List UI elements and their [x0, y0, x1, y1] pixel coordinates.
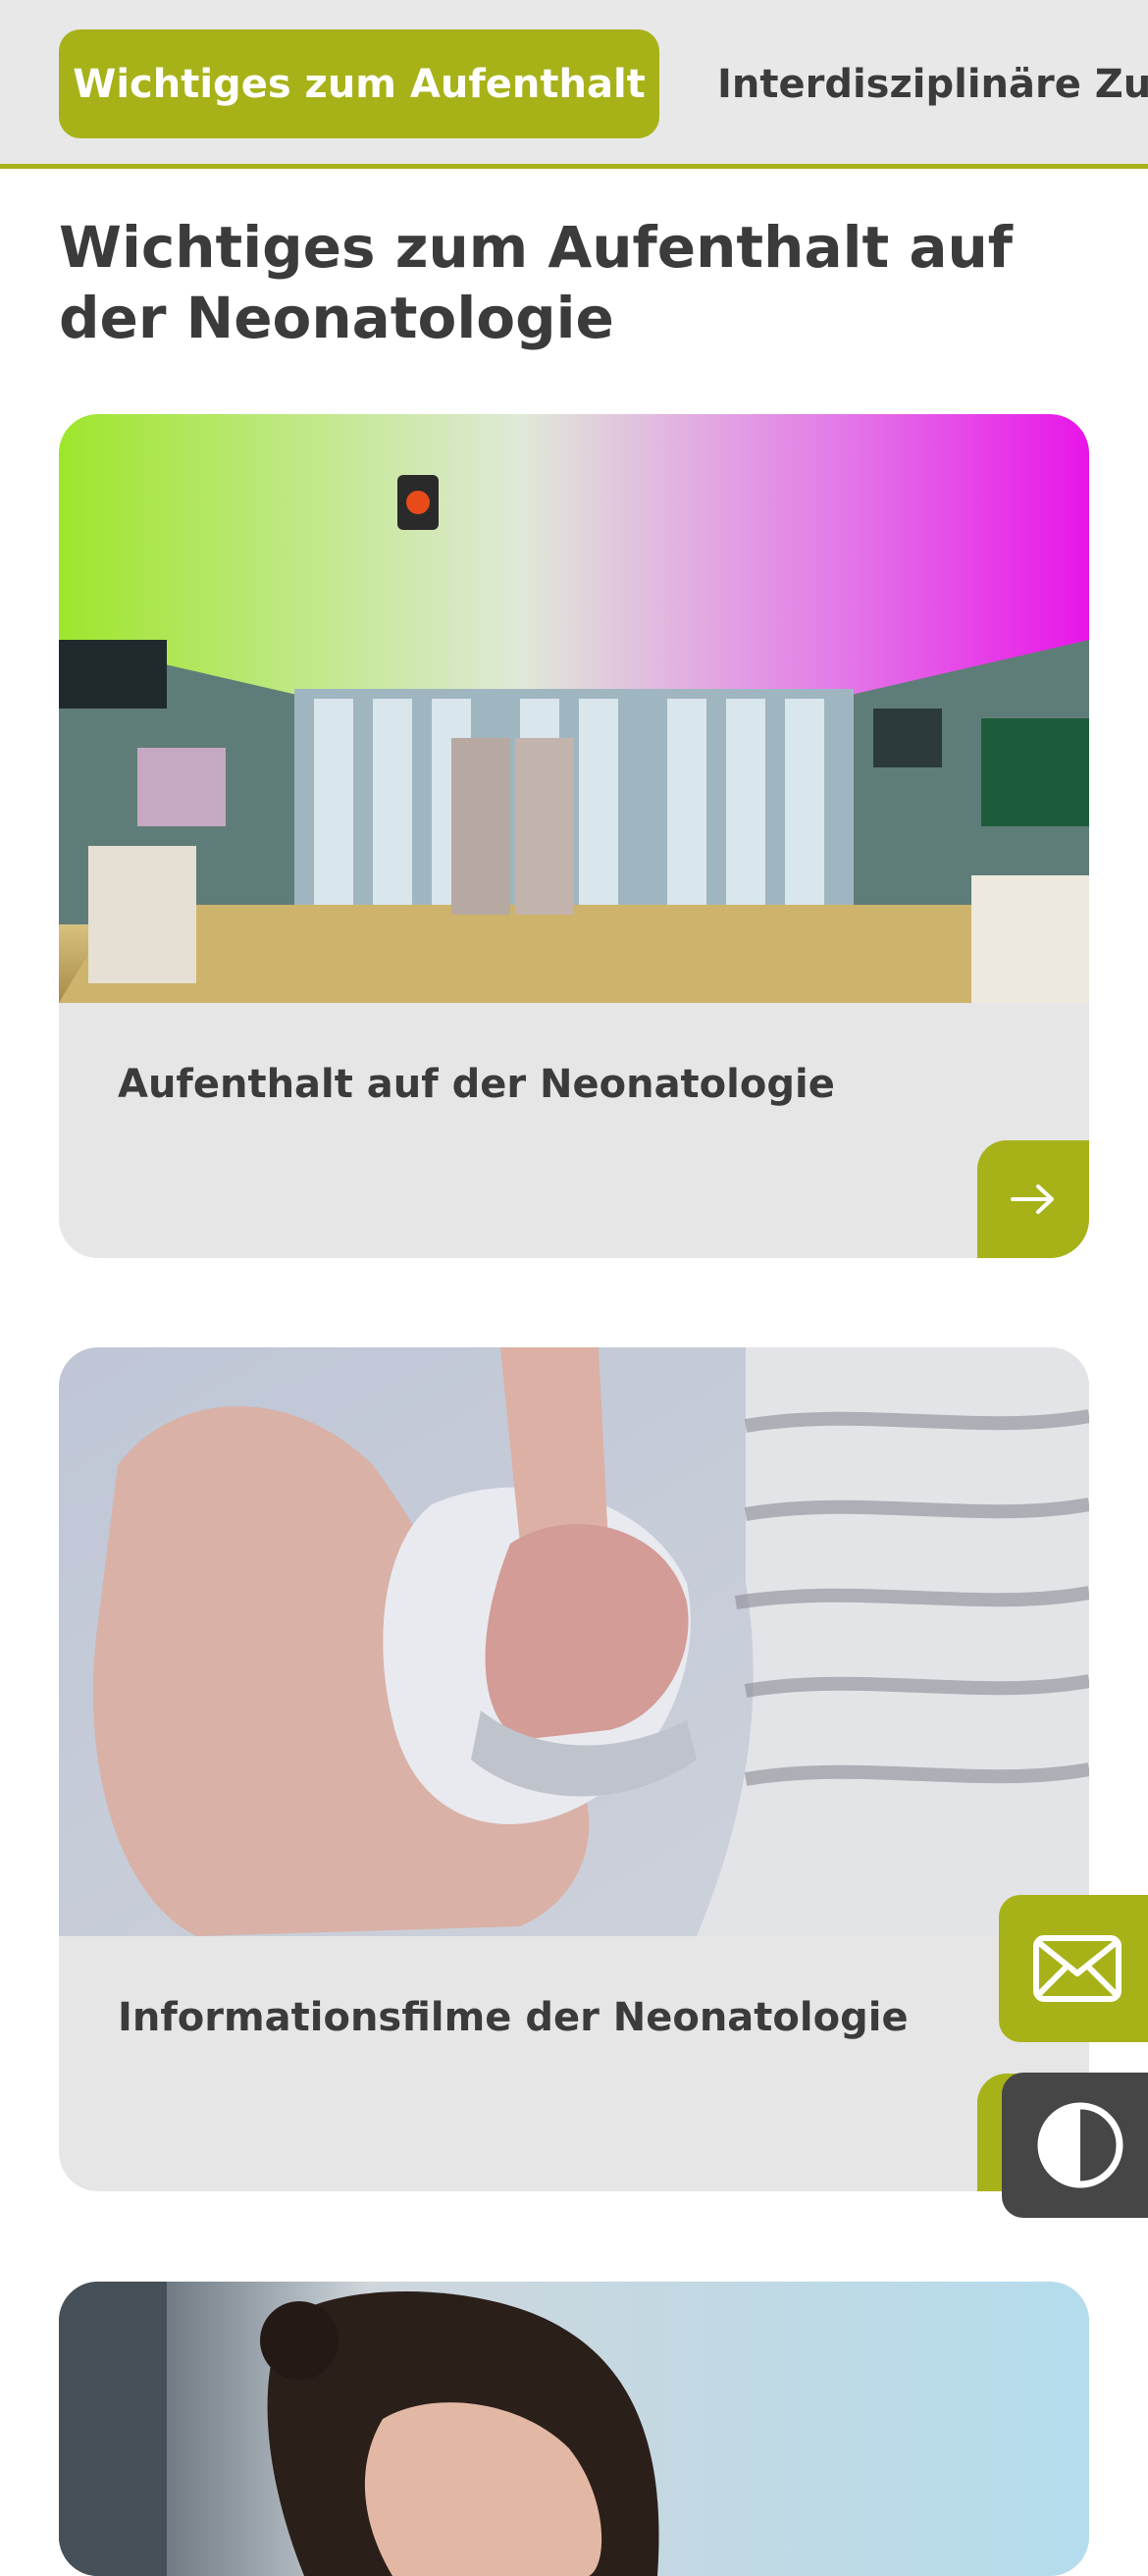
- card-title: Aufenthalt auf der Neonatologie: [118, 1062, 835, 1107]
- newborn-hand-image: [59, 1347, 1089, 1936]
- mail-icon: [1033, 1935, 1122, 2002]
- mother-image: [59, 2282, 1089, 2576]
- tab-label: Wichtiges zum Aufenthalt: [73, 61, 646, 107]
- arrow-right-icon: [1011, 1184, 1054, 1214]
- card-title: Informationsfilme der Neonatologie: [118, 1995, 909, 2040]
- tab-bar: Wichtiges zum Aufenthalt Interdisziplinä…: [0, 0, 1148, 169]
- neonatology-ward-image: [59, 414, 1089, 1003]
- contrast-icon: [1037, 2102, 1123, 2188]
- card-informationsfilme[interactable]: Informationsfilme der Neonatologie: [59, 1347, 1089, 2191]
- tab-wichtiges-zum-aufenthalt[interactable]: Wichtiges zum Aufenthalt: [59, 29, 659, 138]
- page-title: Wichtiges zum Aufenthalt auf der Neonato…: [59, 214, 1014, 351]
- contact-mail-button[interactable]: [999, 1895, 1148, 2042]
- card-aufenthalt[interactable]: Aufenthalt auf der Neonatologie: [59, 414, 1089, 1258]
- contrast-toggle-button[interactable]: [1002, 2073, 1148, 2218]
- tab-interdisziplinaere-zusammenarbeit[interactable]: Interdisziplinäre Zusammenarbeit: [717, 29, 1148, 138]
- card-arrow-button[interactable]: [977, 1140, 1089, 1258]
- card-mother[interactable]: [59, 2282, 1089, 2576]
- tab-label: Interdisziplinäre Zusammenarbeit: [717, 61, 1148, 107]
